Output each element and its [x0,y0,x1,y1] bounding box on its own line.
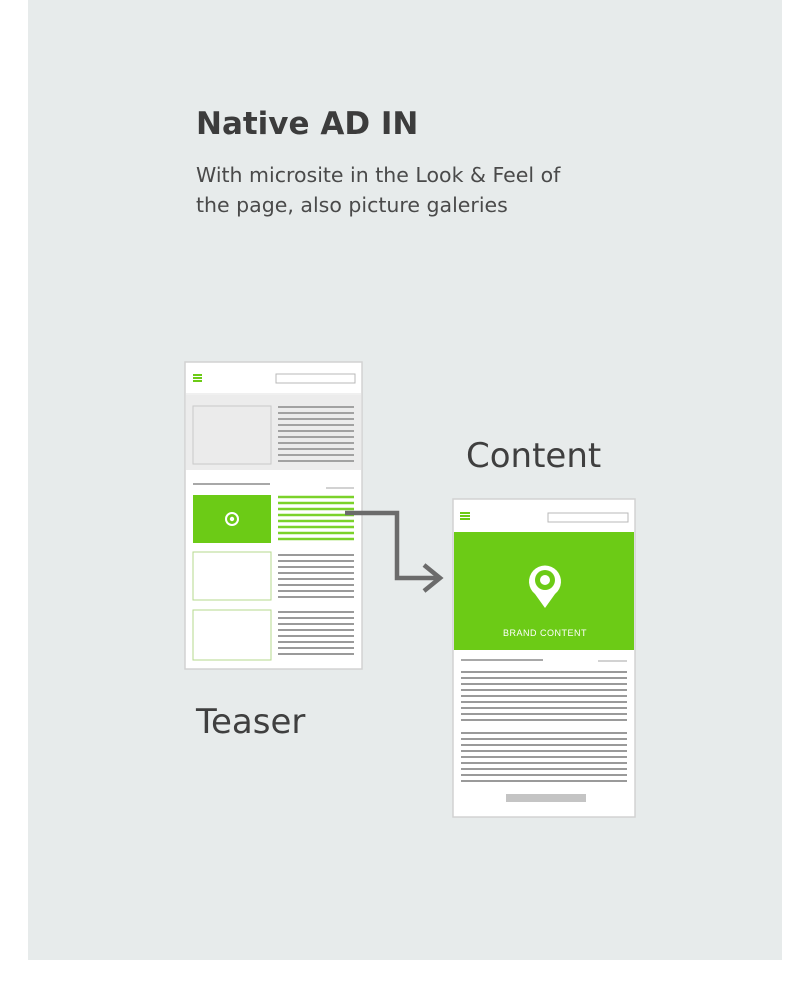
teaser-article-image [192,609,272,661]
teaser-phone-mockup [184,361,363,670]
hamburger-menu-icon [193,374,202,382]
teaser-article-image [192,551,272,601]
content-phone-mockup: BRAND CONTENT [452,498,636,818]
hamburger-menu-icon [460,512,470,520]
content-cta-button [506,794,586,802]
native-ad-diagram: BRAND CONTENT [184,361,636,818]
content-search-field [547,512,629,523]
teaser-search-field [275,373,356,384]
teaser-top-image [192,405,272,465]
brand-content-label: BRAND CONTENT [503,628,587,638]
